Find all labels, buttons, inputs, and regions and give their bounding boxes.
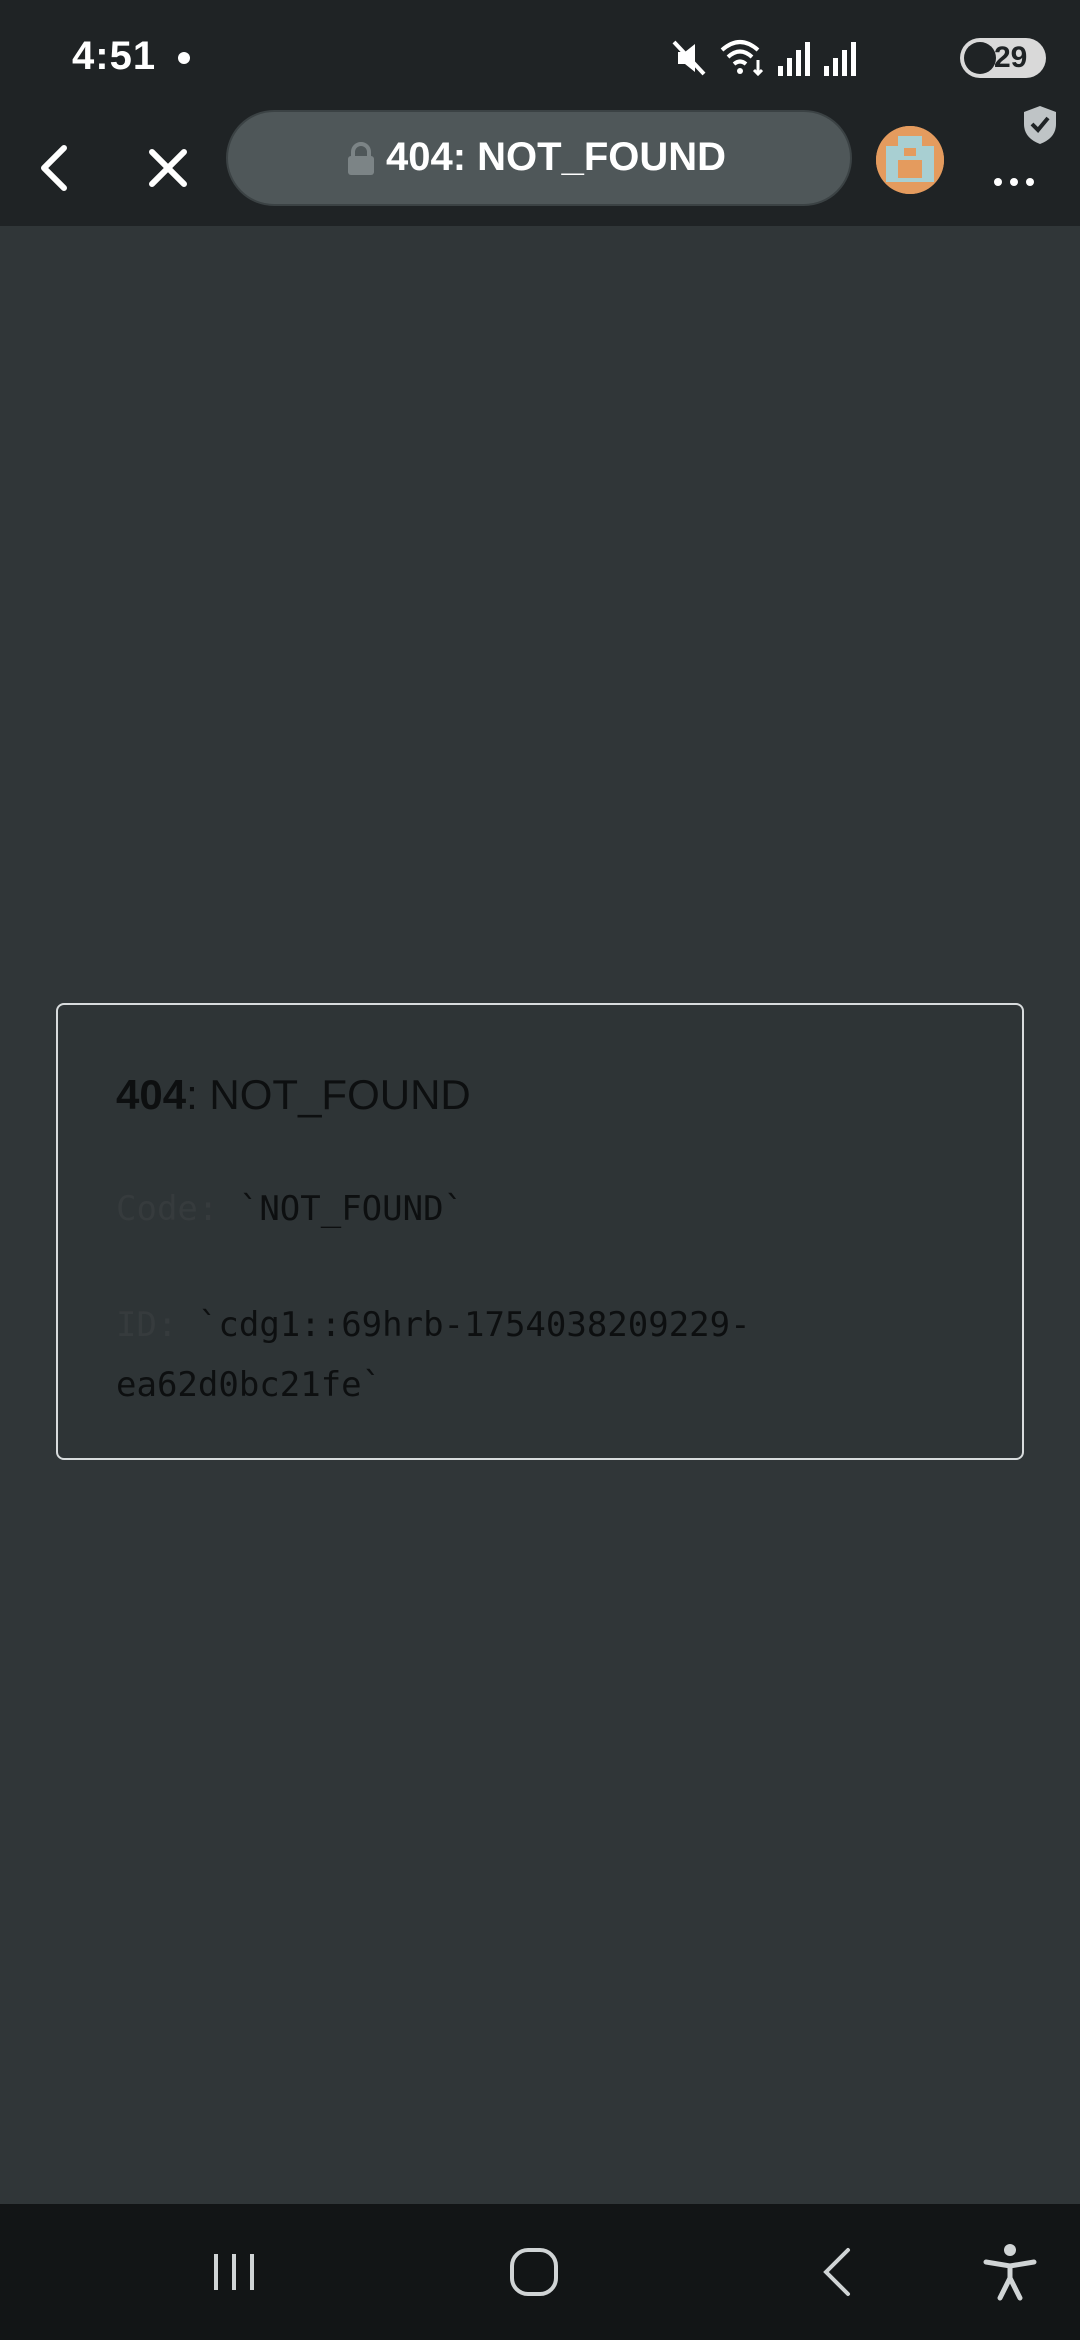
error-heading: 404: NOT_FOUND <box>116 1071 471 1119</box>
error-id-value-line1: `cdg1::69hrb-1754038209229- <box>197 1305 751 1345</box>
system-nav-bar <box>0 2204 1080 2340</box>
avatar[interactable] <box>876 126 944 194</box>
status-time: 4:51 <box>72 34 157 78</box>
signal-icon <box>778 42 810 76</box>
home-icon[interactable] <box>502 2240 566 2304</box>
browser-toolbar: 404: NOT_FOUND <box>0 106 1080 226</box>
more-icon[interactable] <box>984 132 1056 204</box>
battery-indicator: 29 <box>960 38 1046 78</box>
error-id-label: ID: <box>116 1305 178 1345</box>
back-nav-icon[interactable] <box>808 2240 872 2304</box>
error-id-value-line2: ea62d0bc21fe` <box>116 1365 383 1405</box>
error-status-text: : NOT_FOUND <box>186 1071 471 1118</box>
accessibility-icon[interactable] <box>978 2240 1042 2304</box>
close-icon[interactable] <box>132 132 204 204</box>
error-code-label: Code: <box>116 1189 219 1229</box>
back-icon[interactable] <box>20 132 92 204</box>
error-code-value: `NOT_FOUND` <box>238 1189 465 1229</box>
lock-icon <box>348 142 374 175</box>
error-status-code: 404 <box>116 1071 187 1118</box>
status-bar: 4:51 29 <box>0 0 1080 110</box>
status-icons <box>670 36 930 80</box>
url-bar[interactable]: 404: NOT_FOUND <box>226 110 852 206</box>
notification-dot <box>178 52 190 64</box>
page-title: 404: NOT_FOUND <box>386 135 727 179</box>
signal-icon <box>824 42 856 76</box>
error-code-row: Code: `NOT_FOUND` <box>116 1189 464 1229</box>
recent-apps-icon[interactable] <box>202 2240 266 2304</box>
mute-icon <box>672 40 706 76</box>
battery-level: 29 <box>994 41 1028 74</box>
avatar-identicon <box>876 126 944 194</box>
error-card: 404: NOT_FOUND Code: `NOT_FOUND` ID: `cd… <box>56 1003 1024 1460</box>
error-id-row: ID: `cdg1::69hrb-1754038209229- ea62d0bc… <box>116 1295 976 1415</box>
charging-icon <box>964 42 996 74</box>
wifi-icon <box>720 40 764 77</box>
